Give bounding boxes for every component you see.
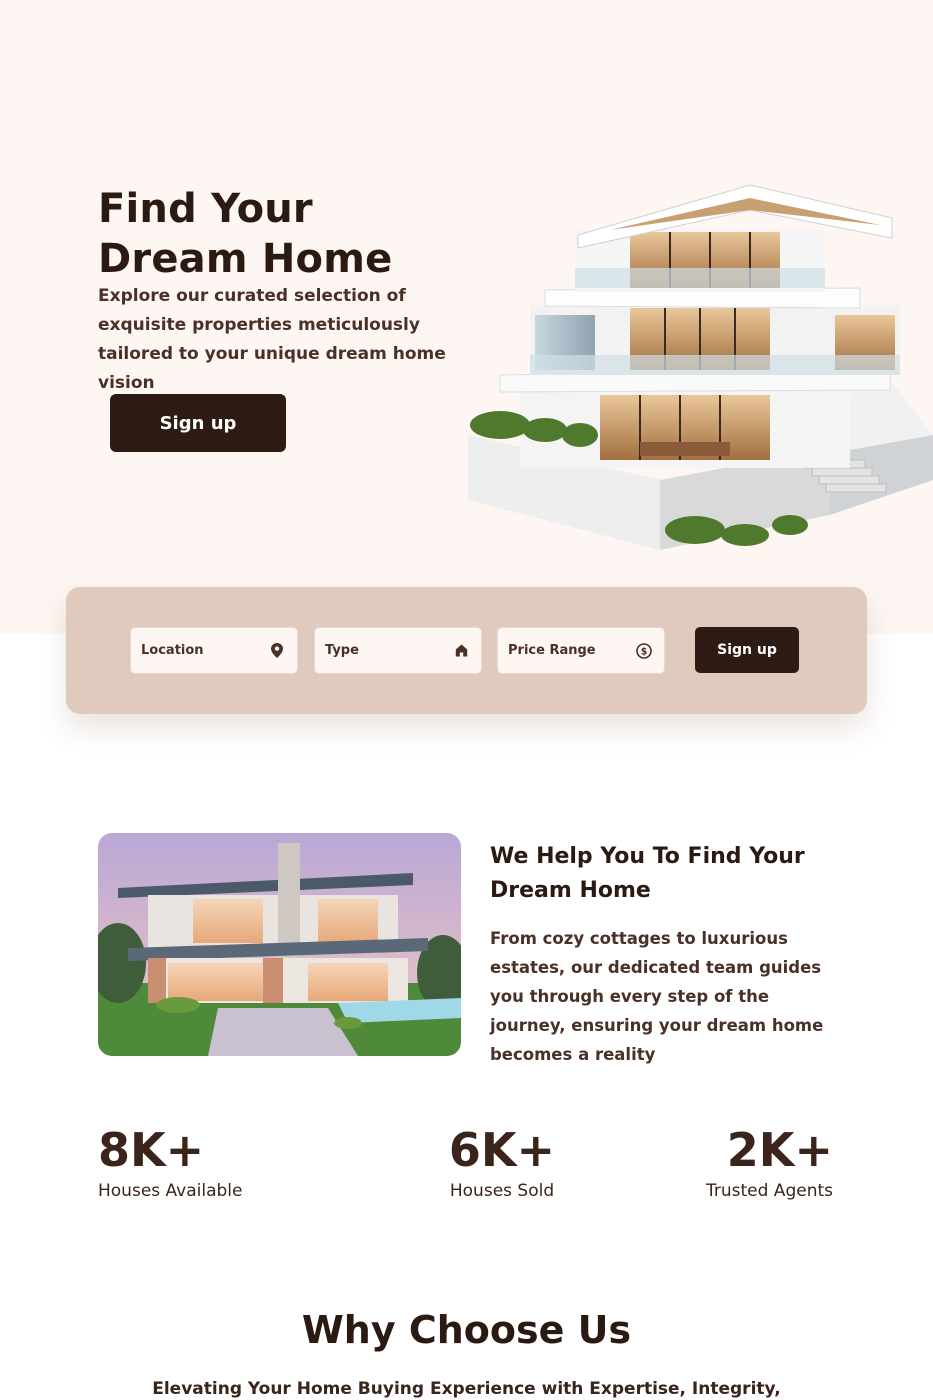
type-placeholder: Type — [325, 643, 359, 658]
price-range-field[interactable]: Price Range $ — [497, 627, 665, 674]
hero-subtitle: Explore our curated selection of exquisi… — [98, 286, 446, 393]
search-signup-button[interactable]: Sign up — [695, 627, 799, 673]
stat-value: 8K+ — [98, 1123, 205, 1177]
why-choose-us-title: Why Choose Us — [301, 1308, 632, 1352]
svg-text:$: $ — [641, 646, 648, 657]
why-choose-us-subtitle: Elevating Your Home Buying Experience wi… — [152, 1379, 781, 1399]
stat-houses-sold: 6K+ Houses Sold — [430, 1122, 574, 1204]
price-range-placeholder: Price Range — [508, 643, 596, 658]
hero-house-image — [468, 184, 933, 550]
about-house-image — [98, 833, 461, 1056]
hero-title: Find Your Dream Home — [98, 184, 498, 284]
home-icon — [453, 643, 469, 659]
about-title: We Help You To Find Your Dream Home — [490, 844, 805, 903]
hero-signup-button[interactable]: Sign up — [110, 394, 286, 452]
location-field[interactable]: Location — [130, 627, 298, 674]
dollar-coin-icon: $ — [636, 642, 652, 659]
stat-value: 2K+ — [726, 1123, 833, 1177]
stat-label: Houses Available — [98, 1181, 243, 1201]
search-bar: Location Type Price Range $ Sign up — [66, 587, 867, 714]
type-field[interactable]: Type — [314, 627, 482, 674]
stat-label: Trusted Agents — [705, 1181, 833, 1201]
stat-value: 6K+ — [448, 1123, 556, 1177]
stat-label: Houses Sold — [449, 1181, 555, 1201]
about-text: From cozy cottages to luxurious estates,… — [490, 929, 824, 1064]
stat-trusted-agents: 2K+ Trusted Agents — [673, 1122, 833, 1204]
location-placeholder: Location — [141, 643, 204, 658]
map-pin-icon — [269, 643, 285, 659]
hero-title-line1: Find Your — [98, 186, 313, 232]
stat-houses-available: 8K+ Houses Available — [98, 1122, 242, 1204]
hero-title-line2: Dream Home — [98, 236, 393, 282]
